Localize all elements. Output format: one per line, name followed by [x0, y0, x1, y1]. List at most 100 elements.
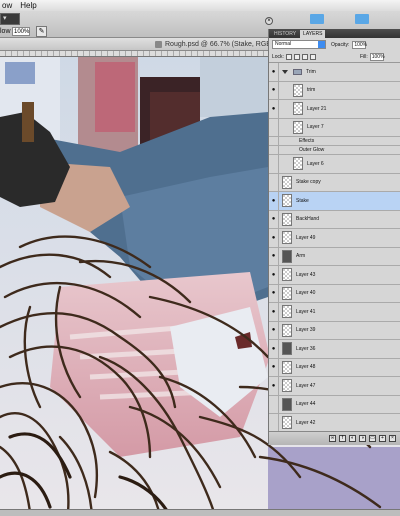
blend-mode-select[interactable]: Normal [272, 40, 326, 49]
layer-name: Layer 42 [296, 419, 316, 426]
lock-transparency-icon[interactable] [285, 53, 292, 60]
layer-thumbnail [282, 342, 292, 356]
layer-name: Trim [306, 68, 316, 75]
layer-row[interactable]: ● Layer 39 [269, 321, 400, 340]
layer-name: Stake copy [296, 179, 321, 186]
group-disclosure-icon[interactable] [282, 69, 288, 74]
desktop-folder-icon[interactable] [310, 14, 324, 24]
visibility-eye-icon[interactable] [269, 395, 279, 413]
layer-row[interactable]: Layer 7 [269, 118, 400, 137]
panel-tabs: HISTORY LAYERS [269, 29, 400, 38]
layer-row[interactable]: Effects [269, 137, 400, 146]
tab-layers[interactable]: LAYERS [300, 30, 326, 38]
visibility-eye-icon[interactable] [269, 173, 279, 191]
visibility-eye-icon[interactable]: ● [269, 266, 279, 284]
fx-icon[interactable]: f [339, 435, 346, 442]
layer-thumbnail [282, 286, 292, 300]
layer-row[interactable]: Layer 42 [269, 414, 400, 431]
layer-row[interactable]: Outer Glow [269, 146, 400, 155]
group-folder-icon [293, 68, 302, 75]
menu-window[interactable]: ow [2, 0, 12, 11]
layer-row[interactable]: ● Layer 21 [269, 100, 400, 119]
close-icon[interactable]: × [265, 17, 273, 25]
layer-name: Effects [299, 138, 315, 144]
lock-position-icon[interactable] [301, 53, 308, 60]
layer-row[interactable]: Stake copy [269, 173, 400, 192]
visibility-eye-icon[interactable]: ● [269, 100, 279, 118]
layer-row[interactable]: ● Layer 36 [269, 340, 400, 359]
layer-row[interactable]: ● trim [269, 81, 400, 100]
layer-name: Layer 47 [296, 382, 316, 389]
opacity-field[interactable]: 100% [352, 40, 367, 49]
flow-label: low [0, 28, 11, 35]
lock-label: Lock: [272, 53, 284, 60]
visibility-eye-icon[interactable]: ● [269, 210, 279, 228]
lock-pixels-icon[interactable] [293, 53, 300, 60]
layer-row[interactable]: ● Layer 40 [269, 284, 400, 303]
layer-row[interactable]: ● Layer 49 [269, 229, 400, 248]
visibility-eye-icon[interactable] [269, 155, 279, 173]
layer-name: Arm [296, 253, 306, 260]
tool-preset-picker[interactable]: ▾ [0, 13, 20, 25]
layer-thumbnail [282, 379, 292, 393]
layer-row[interactable]: ● Layer 43 [269, 266, 400, 285]
tab-history[interactable]: HISTORY [271, 30, 299, 38]
layer-row[interactable]: ● BackHand [269, 210, 400, 229]
layer-name: Stake [296, 197, 309, 204]
layer-thumbnail [293, 157, 303, 171]
layer-thumbnail [282, 305, 292, 319]
lock-all-icon[interactable] [309, 53, 316, 60]
mask-icon[interactable]: ◐ [349, 435, 356, 442]
visibility-eye-icon[interactable] [269, 414, 279, 431]
adjustment-icon[interactable]: ◑ [359, 435, 366, 442]
visibility-eye-icon[interactable] [269, 137, 279, 145]
visibility-eye-icon[interactable]: ● [269, 247, 279, 265]
layer-thumbnail [282, 397, 292, 411]
visibility-eye-icon[interactable]: ● [269, 321, 279, 339]
visibility-eye-icon[interactable]: ● [269, 340, 279, 358]
layer-name: Layer 7 [307, 124, 324, 131]
visibility-eye-icon[interactable]: ● [269, 81, 279, 99]
layer-name: Layer 44 [296, 401, 316, 408]
layers-panel: HISTORY LAYERS Normal Opacity: 100% Lock… [268, 29, 400, 445]
new-layer-icon[interactable]: + [379, 435, 386, 442]
visibility-eye-icon[interactable]: ● [269, 284, 279, 302]
lock-row: Lock: Fill: 100% [269, 51, 400, 63]
airbrush-icon[interactable]: ✎ [36, 26, 47, 37]
layer-row[interactable]: Layer 6 [269, 155, 400, 174]
layer-row[interactable]: ● Arm [269, 247, 400, 266]
layer-row[interactable]: ● Layer 47 [269, 377, 400, 396]
trash-icon[interactable]: × [389, 435, 396, 442]
visibility-eye-icon[interactable]: ● [269, 303, 279, 321]
visibility-eye-icon[interactable]: ● [269, 377, 279, 395]
visibility-eye-icon[interactable]: ● [269, 63, 279, 81]
layer-row[interactable]: ● Stake [269, 192, 400, 211]
photoshop-window: ow Help ▾ low 100% ✎ × Rough.psd @ 66.7%… [0, 0, 400, 516]
desktop-folder-icon-2[interactable] [355, 14, 369, 24]
flow-field[interactable]: 100% [12, 27, 30, 36]
layer-name: trim [307, 87, 316, 94]
layer-thumbnail [293, 120, 303, 134]
layer-name: Layer 40 [296, 290, 316, 297]
blend-row: Normal Opacity: 100% [269, 38, 400, 51]
visibility-eye-icon[interactable]: ● [269, 358, 279, 376]
visibility-eye-icon[interactable]: ● [269, 192, 279, 210]
link-icon[interactable]: ∞ [329, 435, 336, 442]
layers-panel-footer: ∞ f ◐ ◑ ▭ + × [269, 431, 400, 445]
fill-field[interactable]: 100% [369, 52, 385, 61]
visibility-eye-icon[interactable]: ● [269, 229, 279, 247]
menu-help[interactable]: Help [20, 0, 36, 11]
chevron-down-icon [318, 41, 325, 48]
layer-thumbnail [282, 416, 292, 430]
layer-thumbnail [282, 231, 292, 245]
layer-row[interactable]: ● Layer 48 [269, 358, 400, 377]
layer-row[interactable]: Layer 44 [269, 395, 400, 414]
layer-name: BackHand [296, 216, 320, 223]
layer-row[interactable]: ● Layer 41 [269, 303, 400, 322]
layer-name: Layer 43 [296, 271, 316, 278]
layer-thumbnail [293, 83, 303, 97]
visibility-eye-icon[interactable] [269, 118, 279, 136]
visibility-eye-icon[interactable] [269, 146, 279, 154]
folder-icon[interactable]: ▭ [369, 435, 376, 442]
layer-row[interactable]: ● Trim [269, 63, 400, 82]
